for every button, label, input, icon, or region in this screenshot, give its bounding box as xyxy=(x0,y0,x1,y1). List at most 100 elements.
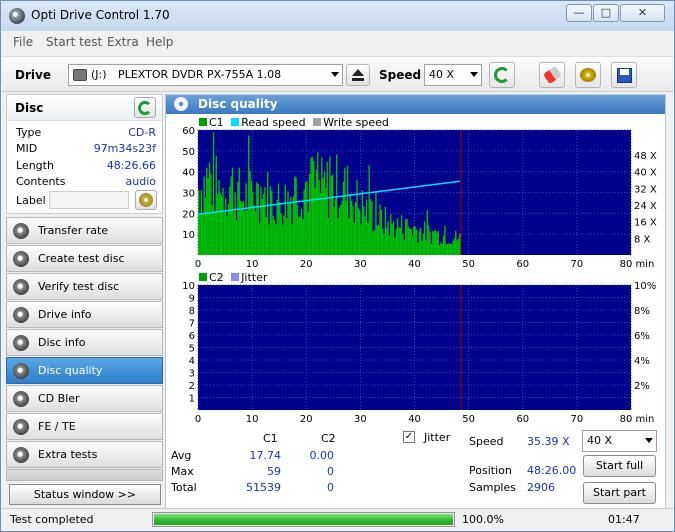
c1-bar xyxy=(346,166,349,255)
menu-file[interactable]: File xyxy=(13,35,33,49)
speed-select[interactable]: 40 X xyxy=(424,64,482,86)
y-tick-label: 9 xyxy=(189,294,195,305)
save-button[interactable] xyxy=(611,62,637,88)
stats-max-c2: 0 xyxy=(327,465,334,478)
disc-refresh-button[interactable] xyxy=(134,97,156,118)
start-full-button[interactable]: Start full xyxy=(583,455,656,477)
c1-bar xyxy=(245,183,247,255)
c1-bar xyxy=(260,186,262,255)
nav-verify-test-disc[interactable]: Verify test disc xyxy=(6,273,163,300)
c1-bar xyxy=(428,225,430,255)
c1-bar xyxy=(206,167,208,255)
samples-label: Samples xyxy=(469,481,516,494)
y2-tick-label: 40 X xyxy=(634,168,657,179)
c1-bar xyxy=(453,238,456,255)
c1-bar xyxy=(456,240,458,255)
c1-bar xyxy=(248,135,250,255)
menu-extra[interactable]: Extra xyxy=(107,35,139,49)
c1-bar xyxy=(388,235,391,255)
c1-bar xyxy=(326,162,328,255)
nav-label: CD Bler xyxy=(38,392,80,405)
c1-bar xyxy=(215,155,217,255)
drive-select[interactable]: (J:) PLEXTOR DVDR PX-755A 1.08 xyxy=(68,64,343,86)
close-button[interactable]: ✕ xyxy=(620,4,665,22)
create-disc-icon xyxy=(13,251,29,267)
disc-label-input[interactable] xyxy=(49,191,129,209)
erase-button[interactable] xyxy=(539,62,565,88)
c1-bar xyxy=(414,226,416,255)
c1-bar xyxy=(227,204,230,255)
y-tick-label: 10 xyxy=(182,230,195,241)
nav-cd-bler[interactable]: CD Bler xyxy=(6,385,163,412)
y-tick-label: 4 xyxy=(189,356,195,367)
window-title: Opti Drive Control 1.70 xyxy=(31,8,170,22)
x-tick-label: 60 xyxy=(516,414,529,425)
c1-bar xyxy=(448,243,450,255)
nav-label: Verify test disc xyxy=(38,280,120,293)
menu-start-test[interactable]: Start test xyxy=(46,35,102,49)
maximize-button[interactable]: □ xyxy=(593,4,619,22)
jitter-checkbox[interactable]: ✓ xyxy=(403,431,415,443)
c1-bar xyxy=(272,215,274,255)
nav-extra-tests[interactable]: Extra tests xyxy=(6,441,163,468)
c1-bar xyxy=(204,197,207,255)
c1-bar xyxy=(313,161,315,255)
refresh-speed-button[interactable] xyxy=(489,62,515,88)
menu-help[interactable]: Help xyxy=(146,35,173,49)
c1-bar xyxy=(322,178,324,255)
c1-bar xyxy=(394,237,396,255)
c1-bar xyxy=(350,200,353,255)
nav-disc-quality[interactable]: Disc quality xyxy=(6,357,163,384)
c1-bar xyxy=(226,215,228,255)
x-tick-label: 10 xyxy=(246,259,259,270)
disc-length-key: Length xyxy=(16,159,54,172)
minimize-button[interactable]: — xyxy=(566,4,592,22)
status-window-button[interactable]: Status window >> xyxy=(9,484,161,505)
eject-button[interactable] xyxy=(346,64,370,86)
c1-bar xyxy=(235,220,238,255)
y-tick-label: 10 xyxy=(182,281,195,292)
c1-bar xyxy=(321,157,323,255)
c1-bar xyxy=(290,197,292,255)
drive-icon xyxy=(73,69,87,81)
c1-bar xyxy=(331,174,334,255)
copy-button[interactable] xyxy=(575,62,601,88)
c1-bar xyxy=(406,218,408,255)
nav-create-test-disc[interactable]: Create test disc xyxy=(6,245,163,272)
c1-bar xyxy=(298,217,300,255)
c1-bar xyxy=(411,235,414,255)
disc-label-button[interactable] xyxy=(135,190,157,210)
c1-bar xyxy=(440,242,442,255)
disc-heading: Disc xyxy=(15,101,44,115)
c1-bar xyxy=(423,221,426,255)
disc-panel-header: Disc xyxy=(7,95,162,121)
stats-avg-c2: 0.00 xyxy=(309,449,335,462)
nav-disc-info[interactable]: Disc info xyxy=(6,329,163,356)
y2-tick-label: 32 X xyxy=(634,184,657,195)
c1-bar xyxy=(253,205,255,255)
app-window: Opti Drive Control 1.70 — □ ✕ File Start… xyxy=(0,0,675,532)
c1-bar xyxy=(244,211,246,255)
c1-bar xyxy=(400,215,403,255)
c1-bar xyxy=(369,199,372,255)
disc-length-value: 48:26.66 xyxy=(106,159,156,172)
c1-bar xyxy=(249,170,251,255)
nav-transfer-rate[interactable]: Transfer rate xyxy=(6,217,163,244)
x-tick-label: 80 min xyxy=(620,259,655,270)
test-speed-select[interactable]: 40 X xyxy=(582,430,657,452)
x-tick-label: 40 xyxy=(408,414,421,425)
c1-bar xyxy=(419,227,422,255)
c1-bar xyxy=(307,211,309,255)
c1-bar xyxy=(387,221,389,255)
c1-bar xyxy=(281,224,284,255)
y-tick-label: 30 xyxy=(182,189,195,200)
c1-bar xyxy=(429,231,431,255)
c1-bar xyxy=(402,233,404,255)
x-tick-label: 70 xyxy=(571,414,584,425)
nav-fe-te[interactable]: FE / TE xyxy=(6,413,163,440)
title-bar[interactable]: Opti Drive Control 1.70 — □ ✕ xyxy=(1,1,674,31)
nav-drive-info[interactable]: Drive info xyxy=(6,301,163,328)
stats-total-c1: 51539 xyxy=(246,481,281,494)
start-part-button[interactable]: Start part xyxy=(583,482,656,504)
eject-icon xyxy=(352,69,364,76)
